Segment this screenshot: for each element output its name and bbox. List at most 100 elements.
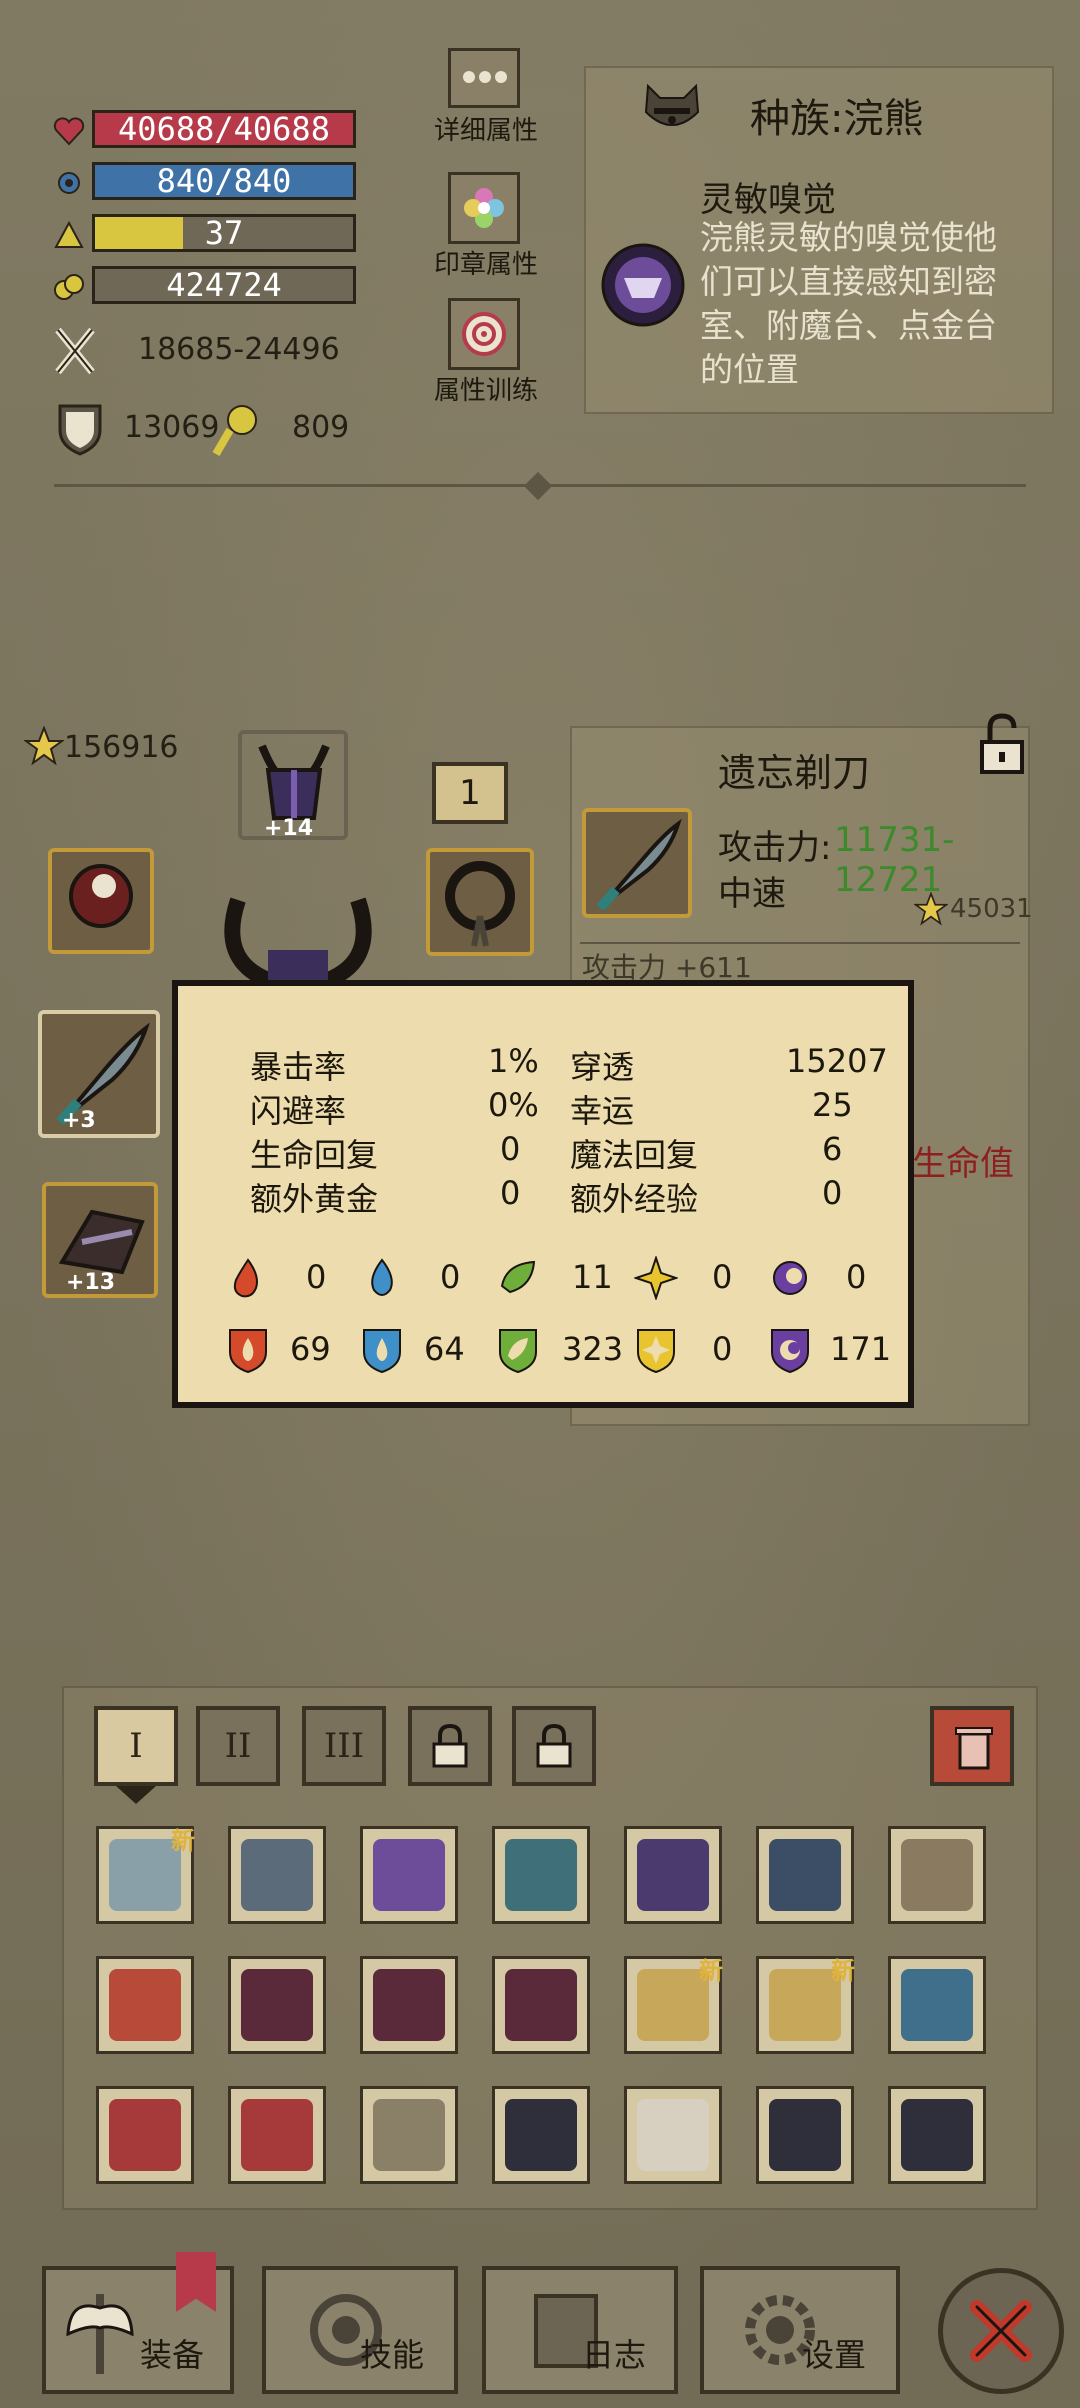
race-panel: 种族:浣熊 灵敏嗅觉 浣熊灵敏的嗅觉使他们可以直接感知到密室、附魔台、点金台的位…: [584, 66, 1054, 414]
tab-3[interactable]: III: [302, 1706, 386, 1786]
nav-log[interactable]: 日志: [482, 2266, 678, 2394]
nav-settings[interactable]: 设置: [700, 2266, 900, 2394]
inventory-slot[interactable]: [360, 1826, 458, 1924]
inventory-item-icon: [769, 2099, 841, 2171]
necklace-slot[interactable]: [426, 848, 534, 956]
earth-attack-value: 11: [572, 1258, 613, 1296]
fire-attack-value: 0: [306, 1258, 327, 1296]
nav-log-label: 日志: [582, 2336, 647, 2374]
shield-icon: [58, 404, 102, 456]
inventory-slot[interactable]: [888, 2086, 986, 2184]
dodge-label: 闪避率: [250, 1092, 347, 1130]
inventory-slot[interactable]: [756, 1826, 854, 1924]
amulet-slot[interactable]: [48, 848, 154, 954]
heart-icon: [53, 117, 85, 146]
attr-training-button[interactable]: [448, 298, 520, 370]
item-icon-slot: [582, 808, 692, 918]
sniff-skill-icon: [601, 243, 685, 327]
flower-seal-icon: [464, 188, 504, 228]
inventory-item-icon: [505, 2099, 577, 2171]
nav-skill[interactable]: 技能: [262, 2266, 458, 2394]
tab-locked-5[interactable]: [512, 1706, 596, 1786]
inventory-slot[interactable]: [360, 2086, 458, 2184]
inventory-slot[interactable]: [756, 2086, 854, 2184]
fire-resist-value: 69: [290, 1330, 331, 1368]
inventory-slot[interactable]: [228, 1826, 326, 1924]
dark-resist-icon: [771, 1329, 809, 1374]
inventory-item-icon: [901, 1839, 973, 1911]
luck-stat-value: 25: [812, 1086, 853, 1124]
luck-coin-icon: [212, 405, 257, 457]
mp-bar: 840/840: [92, 162, 356, 200]
inventory-slot[interactable]: [96, 2086, 194, 2184]
fire-resist-icon: [229, 1329, 267, 1374]
detail-attrs-button[interactable]: [448, 48, 520, 108]
item-power-star-icon: [914, 892, 948, 926]
inventory-item-icon: [637, 2099, 709, 2171]
sickle-weapon-icon: [596, 818, 682, 910]
inventory-item-icon: [109, 2099, 181, 2171]
inventory-slot[interactable]: [492, 2086, 590, 2184]
detail-attrs-label[interactable]: 详细属性: [424, 110, 548, 147]
inventory-slot[interactable]: 新: [756, 1956, 855, 2054]
seal-attrs-label[interactable]: 印章属性: [424, 244, 548, 281]
inventory-item-icon: [505, 1969, 577, 2041]
inventory-item-icon: [373, 2099, 445, 2171]
penetration-value: 15207: [786, 1042, 888, 1080]
extra-exp-value: 0: [822, 1174, 843, 1212]
crit-label: 暴击率: [250, 1048, 347, 1086]
equipment-power: 156916: [64, 730, 179, 765]
item-hidden-bonus: 生命值: [912, 1144, 1014, 1184]
crossed-swords-icon: [55, 327, 95, 375]
water-resist-icon: [363, 1329, 401, 1374]
inventory-slot[interactable]: 新: [96, 1826, 195, 1924]
inventory-item-icon: [373, 1969, 445, 2041]
dark-attack-value: 0: [846, 1258, 867, 1296]
penetration-label: 穿透: [570, 1048, 635, 1086]
item-divider: [580, 942, 1020, 944]
seal-attrs-button[interactable]: [448, 172, 520, 244]
inventory-slot[interactable]: [624, 2086, 722, 2184]
item-speed: 中速: [718, 874, 786, 914]
inventory-item-icon: [769, 1839, 841, 1911]
inventory-item-icon: [241, 1969, 313, 2041]
inventory-slot[interactable]: [228, 1956, 326, 2054]
inventory-slot[interactable]: [492, 1956, 590, 2054]
mana-gear-icon: [58, 172, 80, 194]
luck-label: 幸运: [570, 1092, 635, 1130]
inventory-slot[interactable]: 新: [624, 1956, 723, 2054]
inventory-slot[interactable]: [492, 1826, 590, 1924]
nav-equip[interactable]: 装备: [42, 2252, 234, 2394]
weapon-slot[interactable]: +3: [38, 1010, 160, 1138]
gold-bar: 424724: [92, 266, 356, 304]
tab-1[interactable]: I: [94, 1706, 178, 1786]
attr-training-label[interactable]: 属性训练: [424, 370, 548, 407]
unlock-icon[interactable]: [970, 712, 1034, 776]
inventory-item-icon: [901, 2099, 973, 2171]
tab-locked-4[interactable]: [408, 1706, 492, 1786]
inventory-slot[interactable]: [96, 1956, 194, 2054]
inventory-slot[interactable]: [888, 1956, 986, 2054]
inventory-item-icon: [637, 1839, 709, 1911]
race-skill-name: 灵敏嗅觉: [700, 180, 836, 220]
close-button[interactable]: [938, 2268, 1064, 2394]
tab-2[interactable]: II: [196, 1706, 280, 1786]
extra-gold-label: 额外黄金: [250, 1180, 379, 1218]
luck-value: 809: [292, 410, 350, 445]
inventory-slot[interactable]: [360, 1956, 458, 2054]
inventory-slot[interactable]: [888, 1826, 986, 1924]
light-attack-value: 0: [712, 1258, 733, 1296]
nav-skill-label: 技能: [360, 2336, 425, 2374]
tab-pointer-icon: [116, 1786, 156, 1804]
level-triangle-icon: [54, 220, 84, 248]
inventory-item-icon: [241, 1839, 313, 1911]
helmet-slot[interactable]: +14: [238, 730, 348, 841]
inventory-slot[interactable]: [228, 2086, 326, 2184]
gloves-slot[interactable]: +13: [42, 1182, 158, 1298]
dark-attack-icon: [773, 1261, 807, 1295]
inventory-slot[interactable]: [624, 1826, 722, 1924]
trash-button[interactable]: [930, 1706, 1014, 1786]
bookmark-ribbon: [176, 2252, 216, 2312]
extra-exp-label: 额外经验: [570, 1180, 699, 1218]
nav-settings-label: 设置: [802, 2336, 867, 2374]
